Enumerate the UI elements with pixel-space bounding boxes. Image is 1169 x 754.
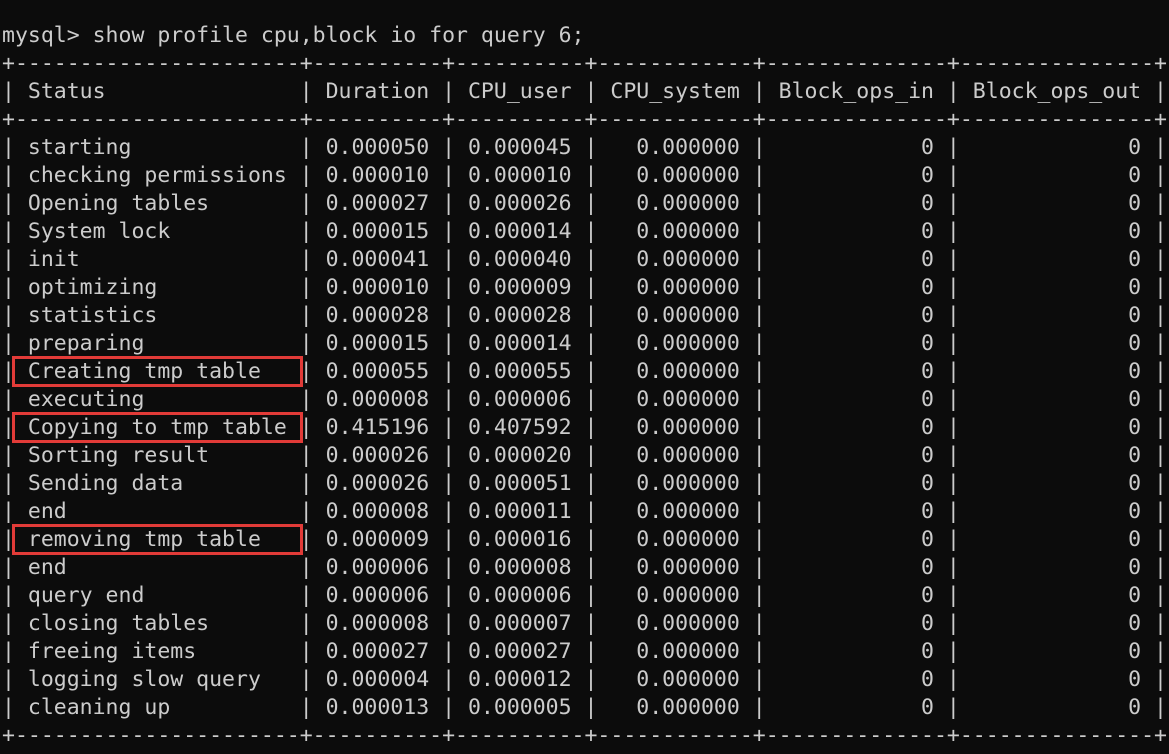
table-row: | closing tables | 0.000008 | 0.000007 |… [2,610,1169,638]
table-row: | query end | 0.000006 | 0.000006 | 0.00… [2,582,1169,610]
table-header-row: | Status | Duration | CPU_user | CPU_sys… [2,78,1169,106]
table-row: | freeing items | 0.000027 | 0.000027 | … [2,638,1169,666]
command-text: show profile cpu,block io for query 6; [93,23,585,48]
table-row: | Sorting result | 0.000026 | 0.000020 |… [2,442,1169,470]
table-border-header: +----------------------+----------+-----… [2,106,1169,134]
table-row: | Creating tmp table | 0.000055 | 0.0000… [2,358,1169,386]
highlight-box: Copying to tmp table [15,415,300,440]
table-row: | logging slow query | 0.000004 | 0.0000… [2,666,1169,694]
table-border-top: +----------------------+----------+-----… [2,50,1169,78]
highlight-box: Creating tmp table [15,359,300,384]
table-row: | Opening tables | 0.000027 | 0.000026 |… [2,190,1169,218]
table-row: | init | 0.000041 | 0.000040 | 0.000000 … [2,246,1169,274]
prompt-line: mysql> show profile cpu,block io for que… [2,22,1169,50]
table-row: | System lock | 0.000015 | 0.000014 | 0.… [2,218,1169,246]
table-row: | checking permissions | 0.000010 | 0.00… [2,162,1169,190]
table-row: | Sending data | 0.000026 | 0.000051 | 0… [2,470,1169,498]
table-row: | end | 0.000006 | 0.000008 | 0.000000 |… [2,554,1169,582]
table-row: | optimizing | 0.000010 | 0.000009 | 0.0… [2,274,1169,302]
table-border-bottom: +----------------------+----------+-----… [2,722,1169,750]
table-row: | statistics | 0.000028 | 0.000028 | 0.0… [2,302,1169,330]
terminal-screen: mysql> show profile cpu,block io for que… [0,0,1169,754]
mysql-prompt: mysql> [2,23,93,48]
table-row: | cleaning up | 0.000013 | 0.000005 | 0.… [2,694,1169,722]
table-row: | starting | 0.000050 | 0.000045 | 0.000… [2,134,1169,162]
highlight-box: removing tmp table [15,527,300,552]
table-row: | Copying to tmp table | 0.415196 | 0.40… [2,414,1169,442]
table-row: | executing | 0.000008 | 0.000006 | 0.00… [2,386,1169,414]
table-row: | end | 0.000008 | 0.000011 | 0.000000 |… [2,498,1169,526]
table-row: | removing tmp table | 0.000009 | 0.0000… [2,526,1169,554]
table-row: | preparing | 0.000015 | 0.000014 | 0.00… [2,330,1169,358]
mysql-output-table: +----------------------+----------+-----… [2,50,1169,750]
